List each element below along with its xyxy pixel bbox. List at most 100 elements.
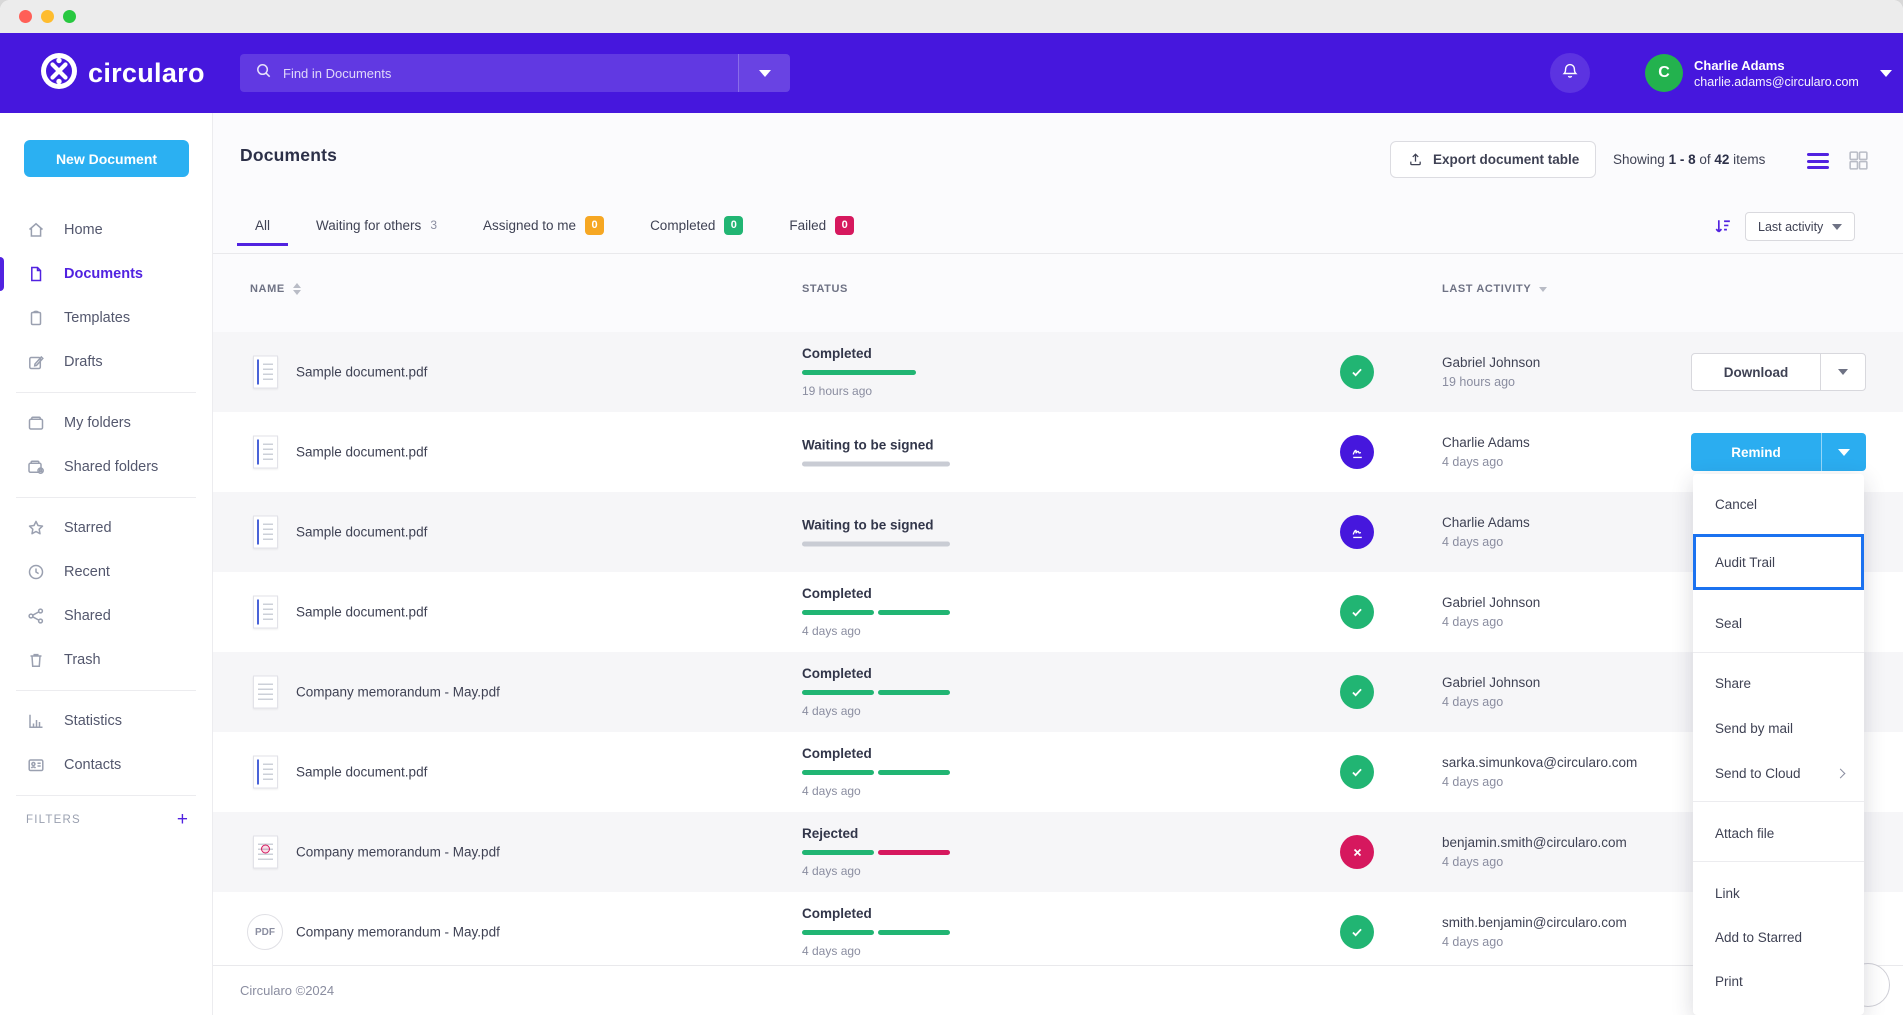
table-row[interactable]: Company memorandum - May.pdf Rejected 4 …: [213, 812, 1903, 892]
last-activity-cell: Charlie Adams 4 days ago: [1442, 435, 1530, 469]
remind-button[interactable]: Remind: [1691, 433, 1822, 471]
folder-icon: [26, 413, 46, 433]
notifications-button[interactable]: [1550, 53, 1590, 93]
menu-item-cancel[interactable]: Cancel: [1693, 486, 1864, 522]
table-row[interactable]: Sample document.pdf Completed 19 hours a…: [213, 332, 1903, 412]
document-name[interactable]: Company memorandum - May.pdf: [296, 845, 500, 860]
sidebar-item-shared[interactable]: Shared: [0, 594, 212, 638]
remind-split-button[interactable]: Remind: [1691, 433, 1866, 471]
status-label: Completed: [802, 586, 950, 601]
chevron-down-icon: [1838, 449, 1850, 456]
menu-divider: [1693, 801, 1864, 802]
document-icon: [26, 264, 46, 284]
sort-descending-icon[interactable]: [1712, 216, 1733, 237]
sidebar-item-starred[interactable]: Starred: [0, 506, 212, 550]
tab-assigned-to-me[interactable]: Assigned to me0: [483, 216, 604, 235]
menu-item-share[interactable]: Share: [1693, 665, 1864, 701]
sidebar-item-label: Trash: [64, 652, 101, 668]
document-name[interactable]: Sample document.pdf: [296, 765, 427, 780]
document-name[interactable]: Sample document.pdf: [296, 525, 427, 540]
menu-item-attach-file[interactable]: Attach file: [1693, 815, 1864, 851]
sidebar-item-recent[interactable]: Recent: [0, 550, 212, 594]
last-activity-cell: Gabriel Johnson 4 days ago: [1442, 595, 1540, 629]
sidebar-item-contacts[interactable]: Contacts: [0, 743, 212, 787]
table-row[interactable]: Sample document.pdf Completed 4 days ago…: [213, 732, 1903, 812]
status-cell: Waiting to be signed: [802, 438, 950, 467]
export-document-table-button[interactable]: Export document table: [1390, 141, 1596, 178]
document-thumbnail-icon: [253, 676, 278, 709]
sidebar-nav: Home Documents Templates Drafts My folde…: [0, 208, 212, 829]
menu-item-seal[interactable]: Seal: [1693, 605, 1864, 641]
menu-divider: [1693, 652, 1864, 653]
column-header-last-activity[interactable]: LAST ACTIVITY: [1442, 283, 1547, 295]
table-row[interactable]: Sample document.pdf Waiting to be signed…: [213, 492, 1903, 572]
table-row[interactable]: Sample document.pdf Waiting to be signed…: [213, 412, 1903, 492]
sidebar-item-trash[interactable]: Trash: [0, 638, 212, 682]
tab-failed[interactable]: Failed0: [789, 216, 854, 235]
status-time: 4 days ago: [802, 784, 950, 798]
list-view-button[interactable]: [1807, 153, 1829, 169]
status-time: 4 days ago: [802, 624, 950, 638]
document-thumbnail-icon: PDF: [253, 914, 283, 950]
menu-item-link[interactable]: Link: [1693, 875, 1864, 911]
document-name[interactable]: Sample document.pdf: [296, 445, 427, 460]
status-rejected-icon: [1340, 835, 1374, 869]
menu-item-print[interactable]: Print: [1693, 963, 1864, 999]
download-more-actions-button[interactable]: [1821, 354, 1865, 390]
add-filter-button[interactable]: +: [177, 810, 188, 829]
brand-logo[interactable]: circularo: [40, 33, 205, 113]
page-title: Documents: [240, 145, 337, 166]
brand-name: circularo: [88, 58, 205, 89]
window-minimize-button[interactable]: [41, 10, 54, 23]
menu-item-send-to-cloud[interactable]: Send to Cloud: [1693, 755, 1864, 791]
remind-more-actions-button[interactable]: [1822, 433, 1866, 471]
sidebar-item-drafts[interactable]: Drafts: [0, 340, 212, 384]
sort-by-dropdown[interactable]: Last activity: [1745, 212, 1855, 241]
progress-bar: [802, 610, 950, 615]
actor-name: Charlie Adams: [1442, 515, 1530, 530]
table-row[interactable]: Sample document.pdf Completed 4 days ago…: [213, 572, 1903, 652]
status-label: Completed: [802, 746, 950, 761]
user-menu[interactable]: C Charlie Adams charlie.adams@circularo.…: [1645, 54, 1892, 92]
sidebar-item-label: Drafts: [64, 354, 103, 370]
progress-bar: [802, 690, 950, 695]
document-name[interactable]: Sample document.pdf: [296, 365, 427, 380]
table-row[interactable]: PDF Company memorandum - May.pdf Complet…: [213, 892, 1903, 965]
sidebar-item-my-folders[interactable]: My folders: [0, 401, 212, 445]
tab-all[interactable]: All: [255, 218, 270, 233]
document-name[interactable]: Company memorandum - May.pdf: [296, 685, 500, 700]
download-split-button[interactable]: Download: [1691, 353, 1866, 391]
window-zoom-button[interactable]: [63, 10, 76, 23]
tab-waiting-for-others[interactable]: Waiting for others3: [316, 218, 437, 233]
table-row[interactable]: Company memorandum - May.pdf Completed 4…: [213, 652, 1903, 732]
search-bar[interactable]: [240, 54, 790, 92]
sidebar-item-statistics[interactable]: Statistics: [0, 699, 212, 743]
actor-name: smith.benjamin@circularo.com: [1442, 915, 1627, 930]
sidebar-item-label: Starred: [64, 520, 112, 536]
document-name[interactable]: Sample document.pdf: [296, 605, 427, 620]
sidebar-item-templates[interactable]: Templates: [0, 296, 212, 340]
menu-item-send-by-mail[interactable]: Send by mail: [1693, 710, 1864, 746]
tab-completed[interactable]: Completed0: [650, 216, 743, 235]
last-activity-cell: benjamin.smith@circularo.com 4 days ago: [1442, 835, 1627, 869]
statistics-icon: [26, 711, 46, 731]
column-header-status[interactable]: STATUS: [802, 283, 848, 295]
search-scope-dropdown[interactable]: [738, 54, 790, 92]
export-icon: [1407, 151, 1424, 168]
column-header-name[interactable]: NAME: [250, 283, 301, 295]
window-close-button[interactable]: [19, 10, 32, 23]
search-input[interactable]: [283, 66, 703, 81]
export-button-label: Export document table: [1433, 152, 1579, 167]
chevron-down-icon: [1880, 70, 1892, 77]
document-name[interactable]: Company memorandum - May.pdf: [296, 925, 500, 940]
new-document-button[interactable]: New Document: [24, 140, 189, 177]
download-button[interactable]: Download: [1692, 354, 1821, 390]
menu-item-add-to-starred[interactable]: Add to Starred: [1693, 919, 1864, 955]
sidebar-item-documents[interactable]: Documents: [0, 252, 212, 296]
menu-divider: [1693, 861, 1864, 862]
sidebar-item-shared-folders[interactable]: Shared folders: [0, 445, 212, 489]
grid-view-button[interactable]: [1847, 149, 1870, 177]
sidebar-item-home[interactable]: Home: [0, 208, 212, 252]
app-header: circularo C Charlie Adams c: [0, 33, 1903, 113]
menu-item-audit-trail[interactable]: Audit Trail: [1693, 534, 1864, 590]
